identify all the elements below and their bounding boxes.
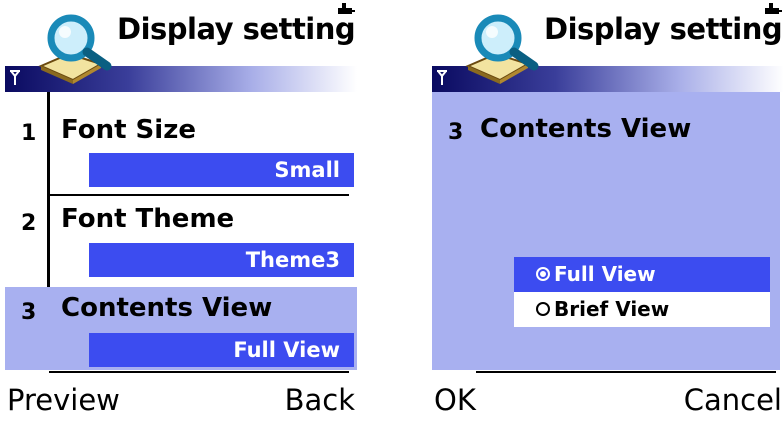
divider (476, 371, 776, 373)
option-brief-view[interactable]: Brief View (514, 292, 770, 327)
list-divider-vertical (47, 92, 50, 292)
item-number: 3 (448, 120, 464, 145)
item-number: 2 (21, 211, 37, 236)
item-number: 1 (21, 121, 37, 146)
display-setting-screen: Display setting 1 Font Size Small 2 Font… (5, 0, 357, 425)
divider (49, 371, 349, 373)
option-label: Brief View (554, 297, 670, 321)
page-title: Display setting (117, 12, 356, 46)
battery-icon (338, 3, 355, 14)
font-size-value[interactable]: Small (89, 153, 354, 187)
contents-view-popup-screen: Display setting 3 Contents View Full Vie… (432, 0, 783, 425)
title-bar: Display setting (432, 0, 783, 92)
item-label: Font Size (61, 115, 196, 145)
item-label: Contents View (480, 114, 692, 144)
item-label: Contents View (61, 293, 273, 323)
softkey-right-back[interactable]: Back (285, 383, 355, 417)
option-list: Full View Brief View (514, 257, 770, 327)
page-title: Display setting (544, 12, 783, 46)
radio-unselected-icon (536, 301, 550, 316)
magnifier-book-icon (465, 14, 539, 84)
signal-antenna-icon (437, 70, 447, 85)
battery-icon (765, 3, 782, 14)
item-label: Font Theme (61, 204, 235, 234)
divider (49, 194, 349, 196)
contents-view-value[interactable]: Full View (89, 333, 354, 367)
setting-item-contents-view[interactable]: 3 Contents View Full View (5, 287, 357, 370)
radio-selected-icon (536, 266, 550, 281)
option-full-view[interactable]: Full View (514, 257, 770, 292)
signal-antenna-icon (10, 70, 20, 85)
option-panel: 3 Contents View Full View Brief View (432, 92, 780, 370)
item-number: 3 (21, 300, 37, 325)
title-bar: Display setting (5, 0, 357, 92)
option-label: Full View (554, 262, 656, 286)
font-theme-value[interactable]: Theme3 (89, 243, 354, 277)
softkey-right-cancel[interactable]: Cancel (684, 383, 782, 417)
softkey-left-preview[interactable]: Preview (7, 383, 120, 417)
magnifier-book-icon (38, 14, 112, 84)
softkey-left-ok[interactable]: OK (434, 383, 476, 417)
